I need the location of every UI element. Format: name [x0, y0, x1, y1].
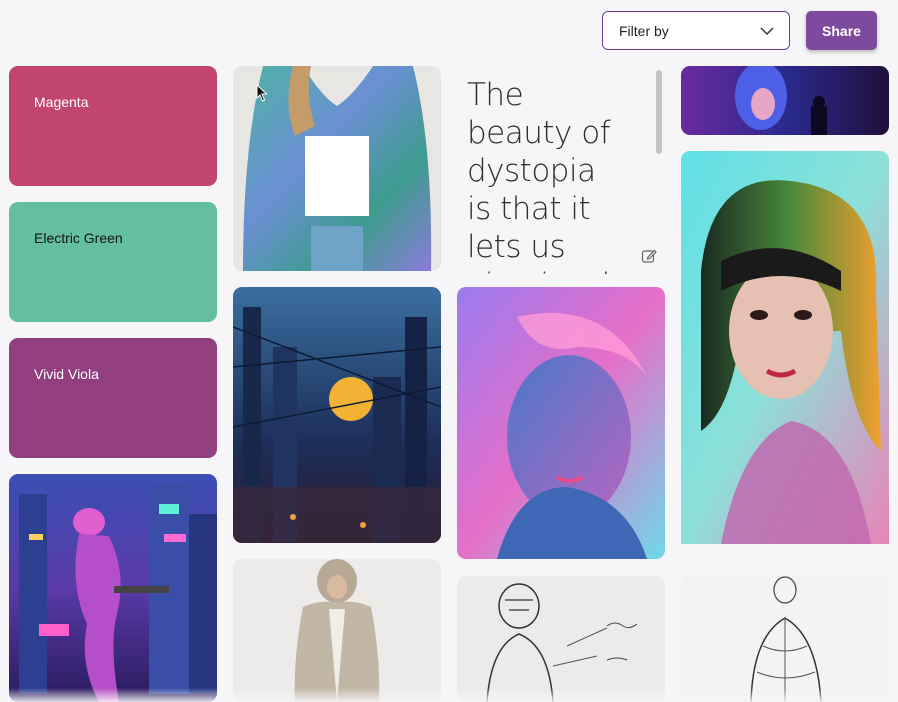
image-colorful-light-portrait[interactable]: [681, 151, 889, 544]
image-neon-portrait[interactable]: [457, 287, 665, 559]
quote-text: The beauty of dystopia is that it lets u…: [467, 77, 628, 274]
quote-card[interactable]: The beauty of dystopia is that it lets u…: [457, 66, 665, 274]
swatch-label: Vivid Viola: [34, 366, 99, 382]
scroll-fade: [0, 688, 898, 702]
swatch-magenta[interactable]: Magenta: [9, 66, 217, 186]
swatch-label: Electric Green: [34, 230, 123, 246]
image-sketch-jacket-figure[interactable]: [681, 576, 889, 702]
image-neon-city-figure[interactable]: [9, 474, 217, 702]
swatch-label: Magenta: [34, 94, 89, 110]
scrollbar[interactable]: [656, 70, 662, 154]
filter-dropdown[interactable]: Filter by: [602, 11, 790, 50]
image-blue-hair-neon[interactable]: [681, 66, 889, 135]
swatch-electric-green[interactable]: Electric Green: [9, 202, 217, 322]
mouse-cursor-icon: [256, 84, 268, 102]
filter-label: Filter by: [619, 22, 669, 39]
image-dystopian-city-night[interactable]: [233, 287, 441, 543]
image-sketch-helmet-figure[interactable]: [457, 576, 665, 702]
image-beige-coat-model[interactable]: [233, 559, 441, 702]
share-button[interactable]: Share: [806, 11, 877, 50]
chevron-down-icon: [760, 26, 774, 35]
swatch-vivid-viola[interactable]: Vivid Viola: [9, 338, 217, 458]
edit-icon[interactable]: [641, 248, 657, 264]
